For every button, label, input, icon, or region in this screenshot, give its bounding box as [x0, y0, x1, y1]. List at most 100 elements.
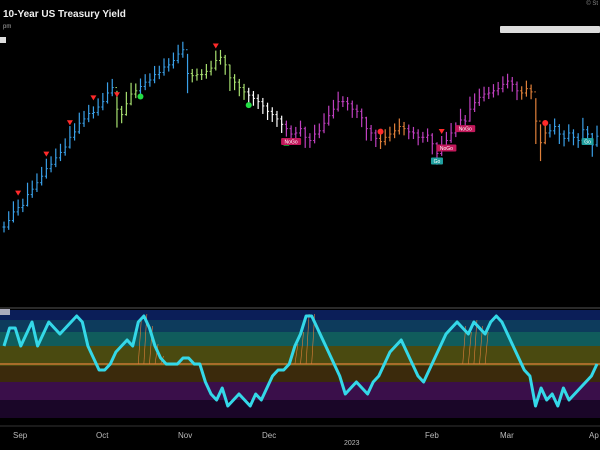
- price-bar: [557, 124, 561, 144]
- price-bar: [134, 83, 138, 99]
- price-bar: [21, 198, 25, 213]
- signal-dot: [542, 119, 549, 126]
- price-bar: [256, 94, 260, 109]
- trend-label: Go: [430, 157, 443, 165]
- price-bar: [58, 143, 62, 162]
- price-bar: [482, 86, 486, 102]
- price-bar: [270, 107, 274, 122]
- price-bar: [54, 148, 58, 168]
- price-panel: NoGoNoGoGoNoGoGoNoGo: [2, 41, 599, 233]
- price-bar: [520, 86, 524, 100]
- trend-label: NoGo: [281, 138, 302, 146]
- price-bar: [124, 91, 128, 116]
- price-bar: [336, 91, 340, 112]
- price-bar: [148, 73, 152, 87]
- price-bar: [176, 44, 180, 64]
- price-bar: [360, 108, 364, 128]
- trend-label: NoGo: [436, 144, 457, 152]
- price-bar: [421, 131, 425, 143]
- scrollbar[interactable]: [500, 26, 600, 33]
- price-bar: [73, 123, 77, 141]
- price-bar: [96, 98, 100, 116]
- price-bar: [430, 133, 434, 155]
- oscillator-bands: [0, 307, 600, 418]
- price-bar: [553, 118, 557, 135]
- x-tick-nov: Nov: [178, 431, 193, 440]
- price-bar: [87, 104, 91, 123]
- price-bar: [129, 82, 133, 106]
- price-bar: [411, 126, 415, 140]
- price-bar: [223, 54, 227, 75]
- price-bar: [11, 201, 15, 223]
- signal-dot: [245, 102, 252, 109]
- price-bar: [7, 211, 11, 230]
- x-tick-oct: Oct: [96, 431, 109, 440]
- price-bar: [355, 104, 359, 119]
- x-tick-dec: Dec: [262, 431, 277, 440]
- price-bar: [26, 182, 30, 207]
- price-bar: [167, 58, 171, 72]
- price-bar: [534, 91, 538, 144]
- price-bar: [153, 65, 157, 84]
- price-bar: [313, 124, 317, 144]
- price-bar: [595, 125, 599, 147]
- price-bar: [383, 129, 387, 146]
- price-bar: [350, 100, 354, 118]
- price-bar: [143, 74, 147, 91]
- price-bar: [393, 123, 397, 139]
- price-bar: [228, 64, 232, 92]
- price-bar: [397, 118, 401, 135]
- price-bar: [204, 64, 208, 79]
- price-bar: [233, 74, 237, 91]
- price-bar: [515, 81, 519, 101]
- price-bar: [473, 93, 477, 112]
- price-bar: [529, 84, 533, 100]
- price-bar: [44, 158, 48, 179]
- price-bar: [299, 120, 302, 137]
- sell-marker: [15, 190, 22, 196]
- price-bar: [317, 123, 321, 139]
- price-bar: [369, 124, 373, 141]
- price-bar: [190, 68, 194, 83]
- price-bar: [200, 69, 204, 80]
- price-bar: [571, 129, 575, 146]
- price-bar: [120, 105, 124, 124]
- price-bar: [275, 110, 279, 127]
- trend-label: NoGo: [455, 125, 476, 133]
- price-bar: [496, 81, 500, 96]
- price-bar: [63, 138, 67, 156]
- oscillator-band: [0, 310, 600, 320]
- x-tick-year: 2023: [344, 440, 360, 447]
- price-bar: [242, 83, 246, 100]
- price-bar: [138, 78, 142, 95]
- price-bar: [562, 130, 566, 147]
- price-bar: [2, 221, 6, 233]
- price-bar: [162, 58, 166, 76]
- price-bar: [402, 121, 406, 136]
- sell-marker: [66, 120, 73, 126]
- price-bar: [82, 110, 86, 127]
- oscillator-band: [0, 320, 600, 332]
- price-bar: [171, 52, 175, 69]
- price-bar: [477, 88, 481, 106]
- price-bar: [487, 86, 491, 100]
- chart-title: 10-Year US Treasury Yield: [3, 9, 126, 20]
- price-bar: [30, 180, 34, 198]
- price-bar: [341, 96, 345, 108]
- sell-marker: [90, 95, 97, 101]
- price-bar: [327, 105, 331, 126]
- price-bar: [49, 156, 53, 173]
- x-tick-sep: Sep: [13, 431, 28, 440]
- signal-dot: [377, 128, 384, 135]
- price-bar: [186, 49, 190, 94]
- price-bar: [331, 99, 335, 119]
- price-bar: [510, 76, 514, 92]
- copyright: © St: [586, 1, 598, 7]
- price-bar: [322, 113, 326, 134]
- price-bar: [506, 73, 510, 89]
- price-bar: [374, 129, 378, 148]
- price-bar: [16, 199, 20, 216]
- price-bar: [77, 112, 81, 134]
- x-tick-feb: Feb: [425, 431, 439, 440]
- indicator-badge: [0, 309, 10, 315]
